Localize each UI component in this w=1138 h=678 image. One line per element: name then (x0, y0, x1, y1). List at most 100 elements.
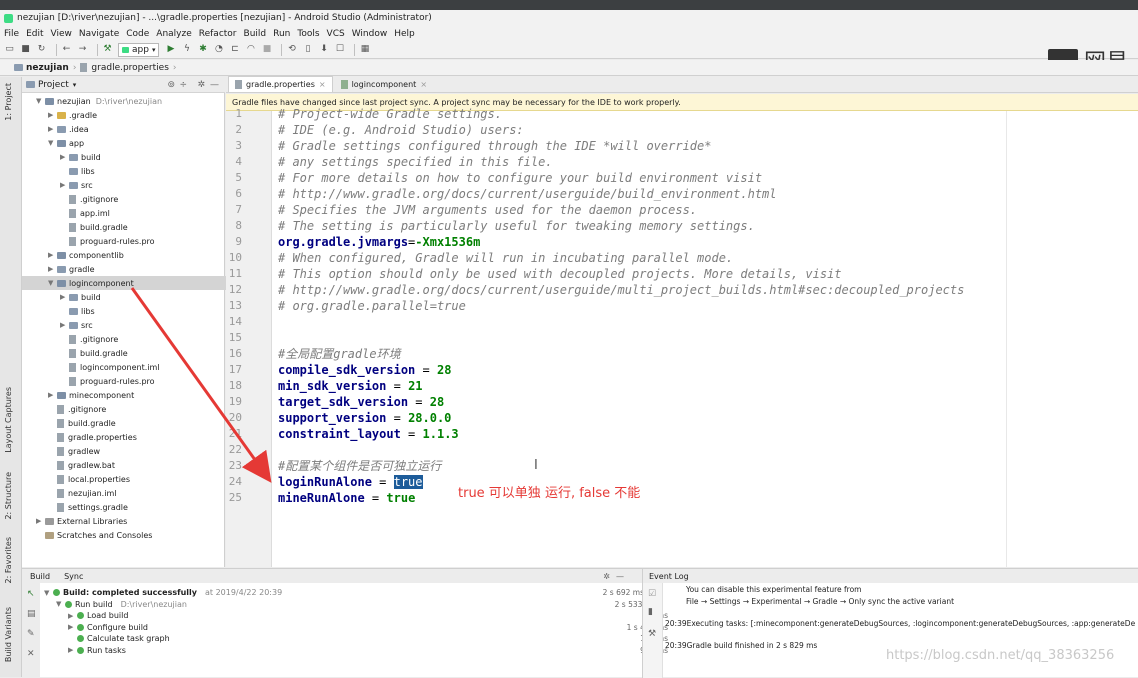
profile-icon[interactable]: ◔ (213, 44, 224, 55)
menu-vcs[interactable]: VCS (327, 29, 345, 39)
close-icon[interactable]: × (319, 80, 326, 89)
tree-item[interactable]: build.gradle (22, 416, 251, 430)
tree-item[interactable]: ▶ External Libraries (22, 514, 239, 528)
tree-item[interactable]: ▶ componentlib (22, 248, 251, 262)
run-config-select[interactable]: app ▾ (118, 42, 160, 57)
avd-manager-icon[interactable]: ▯ (302, 44, 313, 55)
chevron-down-icon[interactable]: ▼ (44, 589, 53, 597)
tree-item[interactable]: ▶ .idea (22, 122, 251, 136)
collapse-all-icon[interactable]: ÷ (179, 80, 187, 90)
build-tree-row[interactable]: ▼ Build: completed successfully at 2019/4/… (40, 587, 644, 598)
menu-window[interactable]: Window (352, 29, 388, 39)
rerun-icon[interactable]: ↖ (27, 589, 35, 599)
tab-sync[interactable]: Sync (64, 572, 83, 581)
code-line[interactable]: # For more details on how to configure y… (278, 170, 762, 186)
tree-item[interactable]: nezujian.iml (22, 486, 251, 500)
tree-item[interactable]: .gitignore (22, 402, 251, 416)
menu-file[interactable]: File (4, 29, 19, 39)
chevron-down-icon[interactable]: ▼ (36, 97, 45, 105)
chevron-right-icon[interactable]: ▶ (36, 517, 45, 525)
android-device-icon[interactable]: ☐ (334, 44, 345, 55)
menu-help[interactable]: Help (394, 29, 415, 39)
build-tree-row[interactable]: ▶Configure build1 s 445 ms (40, 622, 668, 633)
code-line[interactable]: target_sdk_version = 28 (278, 394, 444, 410)
tree-item[interactable]: gradlew (22, 444, 251, 458)
code-line[interactable]: constraint_layout = 1.1.3 (278, 426, 459, 442)
code-line[interactable]: # http://www.gradle.org/docs/current/use… (278, 282, 964, 298)
tab-gradle-properties[interactable]: gradle.properties × (228, 76, 333, 92)
code-line[interactable]: org.gradle.jvmargs=-Xmx1536m (278, 234, 480, 250)
tree-item[interactable]: ▼ nezujian D:\river\nezujian (22, 94, 239, 108)
code-line[interactable]: mineRunAlone = true (278, 490, 415, 506)
code-line[interactable]: support_version = 28.0.0 (278, 410, 451, 426)
code-line[interactable]: # any settings specified in this file. (278, 154, 553, 170)
code-line[interactable]: # Project-wide Gradle settings. (278, 106, 502, 122)
gradle-sync-icon[interactable]: ⟲ (286, 44, 297, 55)
tree-item[interactable]: settings.gradle (22, 500, 251, 514)
chevron-right-icon[interactable]: ▶ (68, 612, 77, 620)
menu-tools[interactable]: Tools (297, 29, 319, 39)
tab-logincomponent[interactable]: logincomponent × (335, 77, 433, 92)
back-icon[interactable]: ← (61, 44, 72, 55)
code-line[interactable]: # Specifies the JVM arguments used for t… (278, 202, 697, 218)
chevron-right-icon[interactable]: ▶ (48, 125, 57, 133)
code-line[interactable]: # This option should only be used with d… (278, 266, 842, 282)
stop-icon[interactable]: ■ (261, 44, 272, 55)
tree-item[interactable]: ▼ app (22, 136, 251, 150)
chevron-right-icon[interactable]: ▶ (48, 111, 57, 119)
chevron-down-icon[interactable]: ▾ (73, 81, 77, 89)
code-line[interactable]: loginRunAlone = true (278, 474, 423, 490)
tree-item[interactable]: ▼ logincomponent (22, 276, 251, 290)
code-line[interactable]: # The setting is particularly useful for… (278, 218, 755, 234)
menu-run[interactable]: Run (273, 29, 290, 39)
build-tree-row[interactable]: ▶Run tasks975 ms (40, 645, 668, 656)
chevron-right-icon[interactable]: ▶ (60, 293, 69, 301)
gear-icon[interactable]: ✲ (603, 572, 610, 581)
code-line[interactable]: # http://www.gradle.org/docs/current/use… (278, 186, 777, 202)
pin-icon[interactable]: ✎ (27, 629, 35, 639)
project-structure-icon[interactable]: ▦ (359, 44, 370, 55)
code-line[interactable]: # org.gradle.parallel=true (278, 298, 466, 314)
tool-tab-project[interactable]: 1: Project (4, 83, 13, 121)
project-view-select[interactable]: Project (38, 80, 69, 90)
save-icon[interactable]: ■ (20, 44, 31, 55)
toggle-view-icon[interactable]: ▤ (27, 609, 36, 619)
tool-tab-layout-captures[interactable]: Layout Captures (4, 387, 13, 453)
run-icon[interactable]: ▶ (165, 44, 176, 55)
chevron-down-icon[interactable]: ▼ (48, 139, 57, 147)
hide-panel-icon[interactable]: — (210, 80, 219, 90)
code-line[interactable]: #配置某个组件是否可独立运行 (278, 458, 441, 474)
apply-changes-icon[interactable]: ϟ (181, 44, 192, 55)
trash-icon[interactable]: ▮ (648, 607, 653, 617)
make-project-icon[interactable]: ⚒ (102, 44, 113, 55)
build-tree-row[interactable]: ▼ Run build D:\river\nezujian 2 s 533 ms (40, 599, 656, 610)
tree-item[interactable]: gradle.properties (22, 430, 251, 444)
chevron-right-icon[interactable]: ▶ (48, 265, 57, 273)
tab-build[interactable]: Build (30, 572, 50, 581)
hide-panel-icon[interactable]: — (616, 572, 624, 581)
code-line[interactable]: # When configured, Gradle will run in in… (278, 250, 733, 266)
code-editor[interactable]: # Project-wide Gradle settings. # IDE (e.… (272, 107, 1138, 567)
open-folder-icon[interactable]: ▭ (4, 44, 15, 55)
menu-analyze[interactable]: Analyze (156, 29, 191, 39)
coverage-icon[interactable]: ◠ (245, 44, 256, 55)
close-icon[interactable]: ✕ (27, 649, 35, 659)
chevron-right-icon[interactable]: ▶ (60, 181, 69, 189)
wrench-icon[interactable]: ⚒ (648, 629, 656, 639)
tool-tab-structure[interactable]: 2: Structure (4, 472, 13, 520)
chevron-right-icon[interactable]: ▶ (68, 623, 77, 631)
menu-refactor[interactable]: Refactor (199, 29, 237, 39)
sdk-manager-icon[interactable]: ⬇ (318, 44, 329, 55)
build-tree-row[interactable]: ▶Load build5 ms (40, 610, 668, 621)
attach-debugger-icon[interactable]: ⊏ (229, 44, 240, 55)
forward-icon[interactable]: → (77, 44, 88, 55)
code-line[interactable]: min_sdk_version = 21 (278, 378, 423, 394)
tree-item[interactable]: ▶ .gradle (22, 108, 251, 122)
tree-item[interactable]: ▶ minecomponent (22, 388, 251, 402)
gear-icon[interactable]: ✲ (197, 80, 205, 90)
menu-build[interactable]: Build (244, 29, 267, 39)
tree-item[interactable]: local.properties (22, 472, 251, 486)
tool-tab-favorites[interactable]: 2: Favorites (4, 537, 13, 583)
chevron-right-icon[interactable]: ▶ (68, 646, 77, 654)
close-icon[interactable]: × (420, 80, 427, 89)
